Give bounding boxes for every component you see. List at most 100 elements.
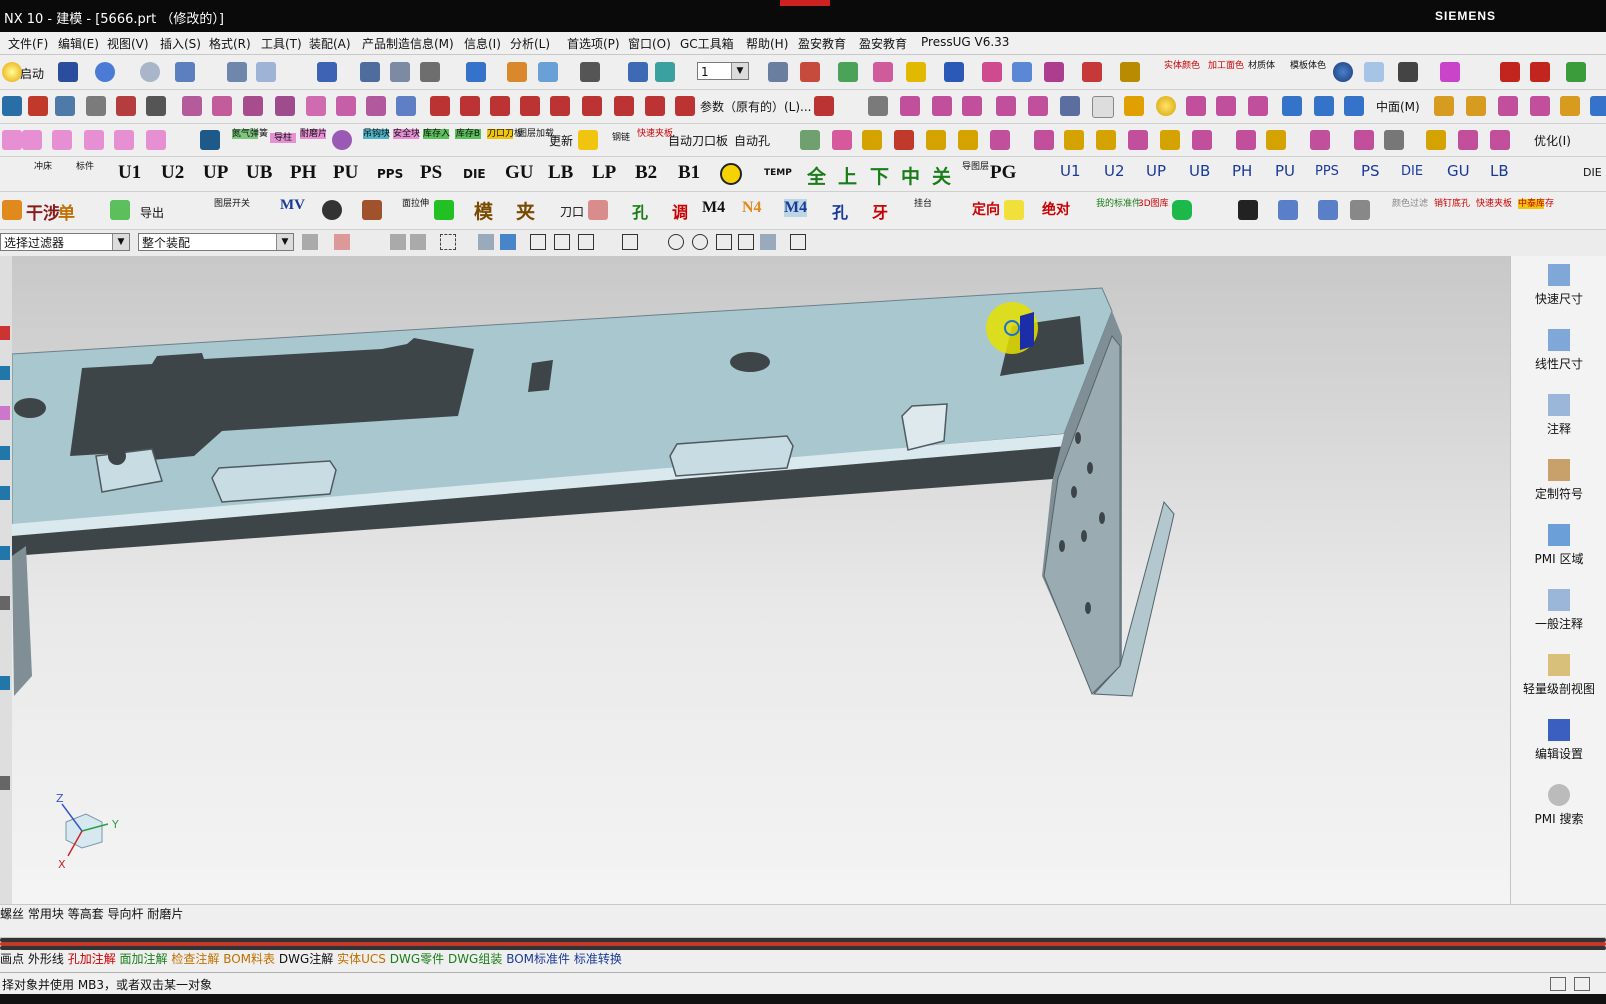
draw-point-button[interactable]: 画点: [0, 952, 24, 966]
layer-load-button[interactable]: 图层加载: [518, 129, 554, 139]
offset-icon[interactable]: [275, 96, 295, 116]
stack-icon[interactable]: [800, 130, 820, 150]
revolve-icon[interactable]: [212, 96, 232, 116]
snap-icon[interactable]: [227, 62, 247, 82]
middle-button[interactable]: 中: [901, 162, 920, 189]
section-view-button[interactable]: 轻量级剖视图: [1511, 654, 1606, 697]
menu-help[interactable]: 帮助(H): [746, 35, 788, 52]
block-icon[interactable]: [466, 62, 486, 82]
part8-icon[interactable]: [1266, 130, 1286, 150]
trim-curve-icon[interactable]: [430, 96, 450, 116]
bom-list-button[interactable]: BOM料表: [223, 952, 275, 966]
filter-icon[interactable]: [982, 62, 1002, 82]
menu-info[interactable]: 信息(I): [464, 35, 501, 52]
steel-chain-button[interactable]: 钢链: [608, 133, 634, 143]
snap-grid-icon[interactable]: [790, 234, 806, 250]
menu-analysis[interactable]: 分析(L): [510, 35, 550, 52]
thicken-icon[interactable]: [1282, 96, 1302, 116]
start-menu-label[interactable]: 启动: [20, 65, 44, 82]
shading-icon[interactable]: [420, 62, 440, 82]
mold-tool-2-icon[interactable]: [22, 130, 42, 150]
hide-icon[interactable]: [1012, 62, 1032, 82]
bridge-curve-icon[interactable]: [582, 96, 602, 116]
menu-edit[interactable]: 编辑(E): [58, 35, 99, 52]
sketch-icon[interactable]: [873, 62, 893, 82]
auto-hole-button[interactable]: 自动孔: [734, 132, 770, 149]
undo-icon[interactable]: [95, 62, 115, 82]
color-filter-button[interactable]: 颜色过滤: [1392, 199, 1428, 209]
height-sleeve-button[interactable]: 等高套: [68, 907, 104, 921]
red-box-icon[interactable]: [894, 130, 914, 150]
split-curve-icon[interactable]: [460, 96, 480, 116]
m4-button[interactable]: M4: [702, 199, 725, 217]
gu-button[interactable]: GU: [505, 162, 534, 184]
snap-point-icon[interactable]: [906, 62, 926, 82]
common-block-button[interactable]: 常用块: [28, 907, 64, 921]
snap-midpoint-icon[interactable]: [554, 234, 570, 250]
lb-button[interactable]: LB: [548, 162, 573, 184]
sphere-icon[interactable]: [1333, 62, 1353, 82]
key-icon[interactable]: [1500, 62, 1520, 82]
wear-plate-button[interactable]: 耐磨片: [300, 129, 327, 139]
sheet-metal-part[interactable]: Z Y X: [12, 256, 1510, 904]
check-note-button[interactable]: 检查注解: [171, 952, 219, 966]
mold-tool-3-icon[interactable]: [52, 130, 72, 150]
add-icon[interactable]: [990, 130, 1010, 150]
sweep-icon[interactable]: [306, 96, 326, 116]
menu-gc-toolbox[interactable]: GC工具箱: [680, 35, 734, 52]
start-icon[interactable]: [2, 62, 22, 82]
resource-tab-9-icon[interactable]: [0, 776, 10, 790]
mold-tool-1-icon[interactable]: [2, 130, 22, 150]
dwg-note-button[interactable]: DWG注解: [279, 952, 333, 966]
lp-button[interactable]: LP: [592, 162, 616, 184]
part2-icon[interactable]: [1064, 130, 1084, 150]
layer-settings-icon[interactable]: [768, 62, 788, 82]
body-select-icon[interactable]: [478, 234, 494, 250]
b1-button[interactable]: B1: [678, 162, 700, 184]
my-standard-part-button[interactable]: 我的标准件: [1096, 199, 1141, 209]
bom-standard-button[interactable]: BOM标准件: [506, 952, 570, 966]
snap-curve-on-icon[interactable]: [738, 234, 754, 250]
ps-button[interactable]: PS: [420, 162, 442, 184]
surface-icon[interactable]: [900, 96, 920, 116]
solid-ucs-button[interactable]: 实体UCS: [337, 952, 386, 966]
measure-icon[interactable]: [800, 62, 820, 82]
curve-tool-icon[interactable]: [814, 96, 834, 116]
safety-block-button[interactable]: 安全块: [393, 129, 420, 139]
outline-line-button[interactable]: 外形线: [28, 952, 64, 966]
part3-icon[interactable]: [1096, 130, 1116, 150]
fit-view-icon[interactable]: [317, 62, 337, 82]
export-button[interactable]: 导出: [140, 204, 164, 221]
auto-edge-plate-button[interactable]: 自动刀口板: [668, 132, 728, 149]
general-note-button[interactable]: 一般注释: [1511, 589, 1606, 632]
scissors-icon[interactable]: [110, 200, 130, 220]
zhongtai-stock-button[interactable]: 中泰库存: [1518, 199, 1554, 209]
trim-icon[interactable]: [243, 96, 263, 116]
orient-button[interactable]: 定向: [972, 199, 1000, 219]
mold-tool-6-icon[interactable]: [146, 130, 166, 150]
tree-select-icon[interactable]: [390, 234, 406, 250]
close-layer-button[interactable]: 关: [932, 162, 951, 189]
die-move-button[interactable]: DIE: [1401, 164, 1423, 179]
gray-box-icon[interactable]: [1384, 130, 1404, 150]
unbend-icon[interactable]: [1530, 96, 1550, 116]
ball-icon[interactable]: [1156, 96, 1176, 116]
lifting-block-button[interactable]: 吊钩块: [363, 129, 390, 139]
lower-button[interactable]: 下: [870, 162, 889, 189]
blank-icon[interactable]: [1092, 96, 1114, 118]
rectangle-select-icon[interactable]: [440, 234, 456, 250]
solid-select-icon[interactable]: [500, 234, 516, 250]
pmi-region-button[interactable]: PMI 区域: [1511, 524, 1606, 567]
chevron-down-icon[interactable]: ▼: [112, 234, 129, 250]
stock-b-button[interactable]: 库存B: [455, 129, 481, 139]
extrude-icon[interactable]: [182, 96, 202, 116]
face-extrude-button[interactable]: 面拉伸: [402, 199, 429, 209]
hole-note-button[interactable]: 孔加注解: [68, 952, 116, 966]
mold-tool-4-icon[interactable]: [84, 130, 104, 150]
patch-icon[interactable]: [962, 96, 982, 116]
book-icon[interactable]: [1060, 96, 1080, 116]
mirror-icon[interactable]: [1318, 200, 1338, 220]
upper-button[interactable]: 上: [838, 162, 857, 189]
glass-icon[interactable]: [1364, 62, 1384, 82]
u1-button[interactable]: U1: [118, 162, 141, 184]
